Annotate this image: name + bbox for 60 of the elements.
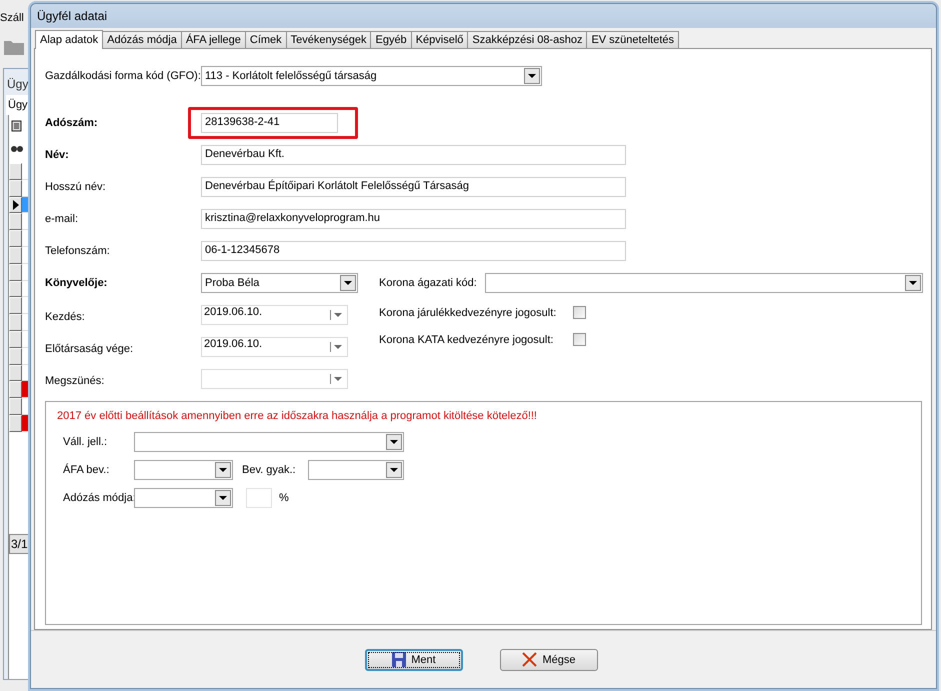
folder-icon[interactable] [3,38,25,56]
checkbox-label: Korona KATA kedvezényre jogosult: [379,334,554,346]
dropdown[interactable]: Proba Béla [201,273,358,293]
dropdown[interactable]: 113 - Korlátolt felelősségű társaság [201,66,542,86]
date-picker[interactable]: 2019.06.10. [201,337,348,357]
save-button[interactable]: Ment [365,648,463,670]
date-picker[interactable]: 2019.06.10. [201,305,348,325]
dropdown-arrow-icon [334,345,342,349]
field-label: Korona ágazati kód: [379,277,478,289]
field-label: Előtársaság vége: [45,342,134,355]
field-label: ÁFA bev.: [62,464,110,476]
cancel-button[interactable]: Mégse [500,648,598,670]
field-label: Megszünés: [45,374,106,387]
checkbox[interactable] [573,306,586,319]
input-field[interactable]: krisztina@relaxkonyveloprogram.hu [201,209,626,229]
input-field[interactable]: Denevérbau Kft. [201,145,626,165]
field-label: Név: [45,149,70,161]
tab[interactable]: Alap adatok [35,30,104,49]
dropdown-arrow-icon [334,377,342,381]
field-label: Könyvelője: [45,277,108,289]
field-label: Telefonszám: [45,245,111,257]
row-header[interactable] [9,196,22,214]
dropdown[interactable] [134,488,233,508]
field-label: Váll. jell.: [62,436,108,448]
unit-label: % [279,492,289,504]
checkbox[interactable] [573,333,586,346]
window-title: Száll [0,11,24,26]
dropdown[interactable] [485,273,923,293]
tab[interactable]: EV szüneteltetés [586,31,680,48]
warning-text: 2017 év előtti beállítások amennyiben erre az időszakra használja a programot kitöltése kötelező!!! [56,409,538,424]
dropdown[interactable] [134,432,404,452]
field-label: Adózás módja: [62,492,134,504]
input-field[interactable]: Denevérbau Építőipari Korlátolt Felelősségű Társaság [201,177,626,197]
binoculars-icon[interactable] [11,143,23,153]
tab[interactable]: Tevékenységek [286,31,372,48]
tab[interactable]: Szakképzési 08-ashoz [467,31,588,48]
input-field[interactable]: 28139638-2-41 [201,113,338,133]
window-title: Ügy [6,76,30,91]
input-field[interactable] [246,488,272,508]
window-title: Ügyfél adatai [36,9,108,23]
field-label: Hosszú név: [45,181,107,193]
pointer-icon [12,200,18,210]
tab[interactable]: Ügy [6,95,28,115]
field-label: Adószám: [45,117,99,129]
tab[interactable]: Címek [244,31,287,48]
tab[interactable]: ÁFA jellege [180,31,246,48]
input-field[interactable]: 06-1-12345678 [201,241,626,261]
field-label: Bev. gyak.: [242,464,297,476]
dropdown[interactable] [134,460,233,480]
field-label: Gazdálkodási forma kód (GFO): [45,70,201,82]
close-icon [522,652,538,667]
tab[interactable]: Adózás módja [102,31,182,48]
tab[interactable]: Képviselő [410,31,468,48]
dropdown-arrow-icon [334,313,342,317]
document-icon[interactable] [11,120,23,133]
field-label: Kezdés: [45,310,86,323]
dropdown[interactable] [308,460,404,480]
tab[interactable]: Egyéb [370,31,412,48]
field-label: e-mail: [45,213,80,225]
checkbox-label: Korona járulékkedvezényre jogosult: [379,306,558,318]
